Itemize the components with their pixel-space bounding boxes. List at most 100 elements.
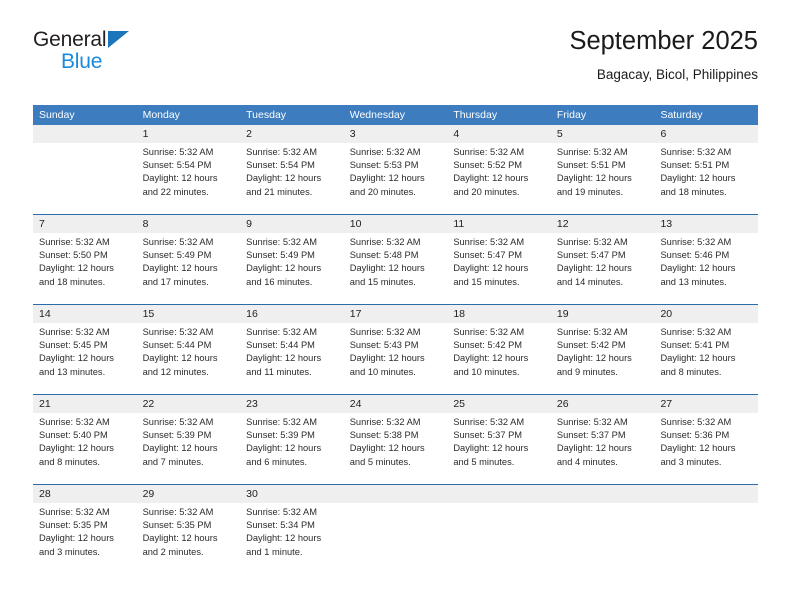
day-cell-1[interactable]: Sunrise: 5:32 AM Sunset: 5:54 PM Daylight:…: [137, 143, 241, 214]
day-cell-21[interactable]: Sunrise: 5:32 AM Sunset: 5:40 PM Daylight:…: [33, 413, 137, 484]
day-info-line: Sunrise: 5:32 AM: [142, 507, 214, 517]
day-info-line: and 19 minutes.: [556, 186, 624, 197]
day-info-line: Sunset: 5:51 PM: [556, 160, 626, 171]
day-cell-2[interactable]: Sunrise: 5:32 AM Sunset: 5:54 PM Daylight:…: [240, 143, 344, 214]
day-number-6[interactable]: 6: [654, 125, 758, 143]
day-number-19[interactable]: 19: [551, 305, 655, 323]
day-cell-28[interactable]: Sunrise: 5:32 AM Sunset: 5:35 PM Daylight:…: [33, 503, 137, 574]
day-cell-3[interactable]: Sunrise: 5:32 AM Sunset: 5:53 PM Daylight:…: [344, 143, 448, 214]
day-info-line: Sunrise: 5:32 AM: [660, 147, 732, 157]
day-cell-11[interactable]: Sunrise: 5:32 AM Sunset: 5:47 PM Daylight:…: [447, 233, 551, 304]
day-number-28[interactable]: 28: [33, 485, 137, 503]
day-cell-19[interactable]: Sunrise: 5:32 AM Sunset: 5:42 PM Daylight:…: [551, 323, 655, 394]
day-info-line: and 20 minutes.: [349, 186, 416, 197]
day-cell-8[interactable]: Sunrise: 5:32 AM Sunset: 5:49 PM Daylight:…: [137, 233, 241, 304]
day-info-line: Sunrise: 5:32 AM: [349, 147, 421, 157]
day-cell-9[interactable]: Sunrise: 5:32 AM Sunset: 5:49 PM Daylight:…: [240, 233, 344, 304]
day-number-18[interactable]: 18: [447, 305, 551, 323]
day-info-line: Sunset: 5:37 PM: [453, 430, 523, 441]
weekday-header-wednesday: Wednesday: [349, 109, 405, 121]
day-number-16[interactable]: 16: [240, 305, 344, 323]
day-number-21[interactable]: 21: [33, 395, 137, 413]
day-cell-25[interactable]: Sunrise: 5:32 AM Sunset: 5:37 PM Daylight:…: [447, 413, 551, 484]
day-number-14[interactable]: 14: [33, 305, 137, 323]
day-info-line: and 11 minutes.: [246, 366, 312, 377]
day-cell-26[interactable]: Sunrise: 5:32 AM Sunset: 5:37 PM Daylight:…: [551, 413, 655, 484]
day-cell-24[interactable]: Sunrise: 5:32 AM Sunset: 5:38 PM Daylight:…: [344, 413, 448, 484]
day-cell-18[interactable]: Sunrise: 5:32 AM Sunset: 5:42 PM Daylight:…: [447, 323, 551, 394]
calendar-grid: Sunday Monday Tuesday Wednesday Thursday Frid…: [33, 105, 758, 574]
day-info-line: Sunrise: 5:32 AM: [246, 327, 317, 337]
day-info-line: Daylight: 12 hours: [660, 173, 736, 184]
day-info-line: Daylight: 12 hours: [660, 353, 736, 364]
day-info-line: Sunrise: 5:32 AM: [556, 147, 628, 157]
day-info-line: and 10 minutes.: [349, 366, 416, 377]
day-number-7[interactable]: 7: [33, 215, 137, 233]
day-number-25[interactable]: 25: [447, 395, 551, 413]
day-number-29[interactable]: 29: [137, 485, 241, 503]
day-info-line: and 13 minutes.: [660, 276, 727, 287]
day-number-8[interactable]: 8: [137, 215, 241, 233]
day-cell-12[interactable]: Sunrise: 5:32 AM Sunset: 5:47 PM Daylight:…: [551, 233, 655, 304]
day-number-12[interactable]: 12: [551, 215, 655, 233]
day-cell-27[interactable]: Sunrise: 5:32 AM Sunset: 5:36 PM Daylight:…: [654, 413, 758, 484]
day-number-9[interactable]: 9: [240, 215, 344, 233]
day-cell-16[interactable]: Sunrise: 5:32 AM Sunset: 5:44 PM Daylight:…: [240, 323, 344, 394]
day-number-3[interactable]: 3: [344, 125, 448, 143]
day-number-2[interactable]: 2: [240, 125, 344, 143]
day-info-line: Sunset: 5:39 PM: [246, 430, 315, 441]
day-info-line: Sunrise: 5:32 AM: [660, 237, 732, 247]
day-info-line: and 1 minute.: [246, 546, 303, 557]
day-number-23[interactable]: 23: [240, 395, 344, 413]
day-info-line: and 2 minutes.: [142, 546, 204, 557]
day-number-27[interactable]: 27: [654, 395, 758, 413]
day-cell-30[interactable]: Sunrise: 5:32 AM Sunset: 5:34 PM Daylight:…: [240, 503, 344, 574]
brand-logo[interactable]: General Blue: [33, 28, 163, 80]
day-cell-13[interactable]: Sunrise: 5:32 AM Sunset: 5:46 PM Daylight:…: [654, 233, 758, 304]
day-info-line: Sunset: 5:37 PM: [556, 430, 626, 441]
day-cell-empty: [344, 503, 448, 574]
day-info-line: Sunrise: 5:32 AM: [660, 327, 732, 337]
day-number-20[interactable]: 20: [654, 305, 758, 323]
day-number-4[interactable]: 4: [447, 125, 551, 143]
day-number-22[interactable]: 22: [137, 395, 241, 413]
day-cell-6[interactable]: Sunrise: 5:32 AM Sunset: 5:51 PM Daylight:…: [654, 143, 758, 214]
day-number-30[interactable]: 30: [240, 485, 344, 503]
day-info-line: Sunrise: 5:32 AM: [660, 417, 732, 427]
day-info-line: and 18 minutes.: [39, 276, 106, 287]
day-cell-10[interactable]: Sunrise: 5:32 AM Sunset: 5:48 PM Daylight:…: [344, 233, 448, 304]
day-cell-7[interactable]: Sunrise: 5:32 AM Sunset: 5:50 PM Daylight:…: [33, 233, 137, 304]
day-info-line: Sunset: 5:47 PM: [556, 250, 626, 261]
day-info-line: Sunset: 5:39 PM: [142, 430, 212, 441]
day-cell-14[interactable]: Sunrise: 5:32 AM Sunset: 5:45 PM Daylight:…: [33, 323, 137, 394]
calendar-week-row: 1 2 3 4 5 6 Sunrise: 5:32 AM Sunset: 5:54 PM Day…: [33, 125, 758, 214]
day-number-26[interactable]: 26: [551, 395, 655, 413]
day-number-band: 21 22 23 24 25 26 27: [33, 395, 758, 413]
day-cell-5[interactable]: Sunrise: 5:32 AM Sunset: 5:51 PM Daylight:…: [551, 143, 655, 214]
day-number-13[interactable]: 13: [654, 215, 758, 233]
day-cell-20[interactable]: Sunrise: 5:32 AM Sunset: 5:41 PM Daylight:…: [654, 323, 758, 394]
day-info-line: Sunrise: 5:32 AM: [246, 507, 317, 517]
day-info-line: Daylight: 12 hours: [39, 263, 114, 274]
day-cell-22[interactable]: Sunrise: 5:32 AM Sunset: 5:39 PM Daylight:…: [137, 413, 241, 484]
day-number-17[interactable]: 17: [344, 305, 448, 323]
day-number-11[interactable]: 11: [447, 215, 551, 233]
day-number-15[interactable]: 15: [137, 305, 241, 323]
day-detail-band: Sunrise: 5:32 AM Sunset: 5:50 PM Daylight:…: [33, 233, 758, 304]
day-number-10[interactable]: 10: [344, 215, 448, 233]
day-info-line: Sunrise: 5:32 AM: [246, 237, 317, 247]
day-number-5[interactable]: 5: [551, 125, 655, 143]
day-number-1[interactable]: 1: [137, 125, 241, 143]
day-info-line: Sunset: 5:54 PM: [246, 160, 315, 171]
day-cell-15[interactable]: Sunrise: 5:32 AM Sunset: 5:44 PM Daylight:…: [137, 323, 241, 394]
day-cell-23[interactable]: Sunrise: 5:32 AM Sunset: 5:39 PM Daylight:…: [240, 413, 344, 484]
day-info-line: and 14 minutes.: [556, 276, 624, 287]
day-cell-4[interactable]: Sunrise: 5:32 AM Sunset: 5:52 PM Daylight:…: [447, 143, 551, 214]
day-info-line: and 8 minutes.: [39, 456, 100, 467]
day-number-24[interactable]: 24: [344, 395, 448, 413]
day-cell-17[interactable]: Sunrise: 5:32 AM Sunset: 5:43 PM Daylight:…: [344, 323, 448, 394]
day-info-line: Sunrise: 5:32 AM: [39, 417, 110, 427]
day-cell-29[interactable]: Sunrise: 5:32 AM Sunset: 5:35 PM Daylight:…: [137, 503, 241, 574]
calendar-page: General Blue September 2025 Bagacay, Bic…: [0, 0, 792, 612]
day-info-line: Sunset: 5:54 PM: [142, 160, 212, 171]
